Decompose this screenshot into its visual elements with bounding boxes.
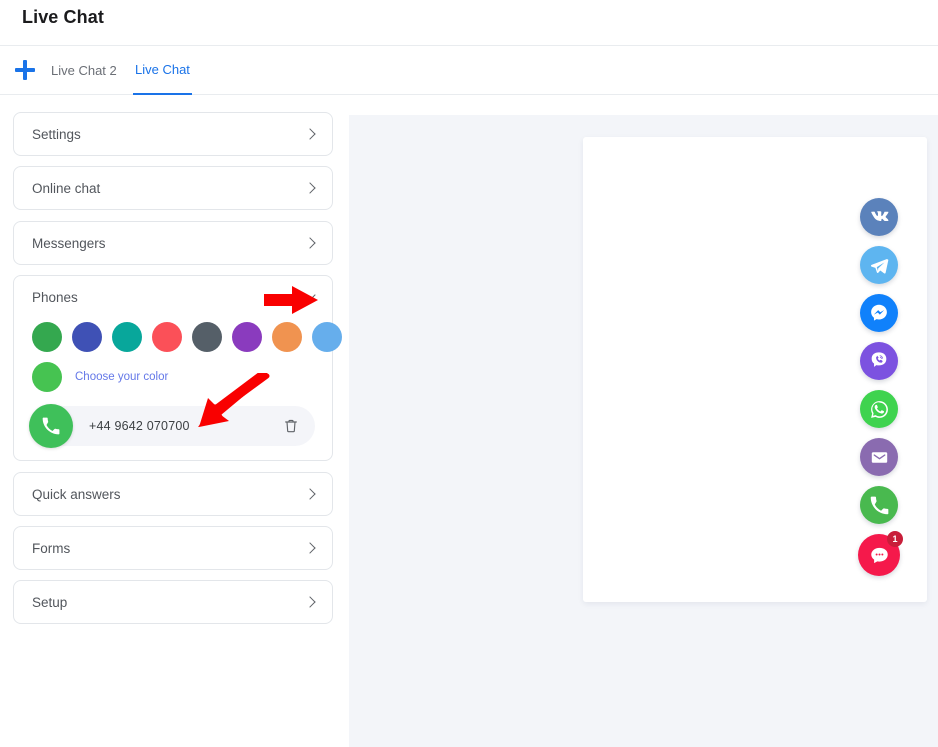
phone-icon[interactable] — [860, 486, 898, 524]
email-icon[interactable] — [860, 438, 898, 476]
panel-header-online-chat[interactable]: Online chat — [14, 167, 332, 209]
sidebar-item-quick-answers[interactable]: Quick answers — [13, 472, 333, 516]
page-root: Live Chat Live Chat 2 Live Chat Settings… — [0, 0, 938, 747]
chevron-right-icon — [304, 487, 318, 501]
selected-color-swatch[interactable] — [32, 362, 62, 392]
chevron-right-icon — [304, 236, 318, 250]
panel-header-messengers[interactable]: Messengers — [14, 222, 332, 264]
color-swatch-indigo[interactable] — [72, 322, 102, 352]
panel-header-forms[interactable]: Forms — [14, 527, 332, 569]
settings-sidebar: Settings Online chat Messengers Phones — [0, 95, 349, 747]
color-swatch-light-blue[interactable] — [312, 322, 342, 352]
choose-your-color-link[interactable]: Choose your color — [75, 371, 168, 383]
sidebar-item-forms[interactable]: Forms — [13, 526, 333, 570]
add-tab-icon[interactable] — [15, 60, 35, 80]
chevron-right-icon — [304, 595, 318, 609]
messenger-icon[interactable] — [860, 294, 898, 332]
panel-header-quick-answers[interactable]: Quick answers — [14, 473, 332, 515]
color-swatch-slate[interactable] — [192, 322, 222, 352]
color-swatch-teal[interactable] — [112, 322, 142, 352]
panel-label-forms: Forms — [32, 541, 304, 556]
panel-header-phones[interactable]: Phones — [14, 276, 332, 318]
chevron-right-icon — [304, 181, 318, 195]
sidebar-item-messengers[interactable]: Messengers — [13, 221, 333, 265]
panel-label-quick-answers: Quick answers — [32, 487, 304, 502]
panel-label-settings: Settings — [32, 127, 304, 142]
sidebar-item-settings[interactable]: Settings — [13, 112, 333, 156]
chevron-right-icon — [304, 127, 318, 141]
sidebar-item-phones[interactable]: Phones Choose your color — [13, 275, 333, 461]
chevron-down-icon[interactable] — [304, 290, 318, 304]
trash-icon[interactable] — [283, 417, 299, 435]
color-swatch-purple[interactable] — [232, 322, 262, 352]
color-swatch-orange[interactable] — [272, 322, 302, 352]
sidebar-item-setup[interactable]: Setup — [13, 580, 333, 624]
viber-icon[interactable] — [860, 342, 898, 380]
telegram-icon[interactable] — [860, 246, 898, 284]
tab-live-chat-2[interactable]: Live Chat 2 — [49, 46, 119, 95]
widget-channel-rail: 1 — [860, 198, 904, 586]
chevron-right-icon — [304, 541, 318, 555]
color-palette — [28, 318, 318, 352]
panel-label-online-chat: Online chat — [32, 181, 304, 196]
app-header: Live Chat — [0, 0, 938, 46]
phones-panel-body: Choose your color +44 9642 070700 — [14, 318, 332, 460]
color-swatch-green[interactable] — [32, 322, 62, 352]
panel-header-settings[interactable]: Settings — [14, 113, 332, 155]
whatsapp-icon[interactable] — [860, 390, 898, 428]
page-title: Live Chat — [22, 7, 104, 28]
widget-preview-area: 1 — [349, 115, 938, 747]
tab-bar: Live Chat 2 Live Chat — [0, 46, 938, 95]
sidebar-item-online-chat[interactable]: Online chat — [13, 166, 333, 210]
tab-live-chat[interactable]: Live Chat — [133, 46, 192, 95]
panel-label-phones: Phones — [32, 290, 304, 305]
chat-launcher-button[interactable]: 1 — [858, 534, 900, 576]
panel-label-messengers: Messengers — [32, 236, 304, 251]
panel-header-setup[interactable]: Setup — [14, 581, 332, 623]
choose-color-row: Choose your color — [28, 352, 318, 392]
phone-handset-icon — [29, 404, 73, 448]
color-swatch-red[interactable] — [152, 322, 182, 352]
unread-count-badge: 1 — [887, 531, 903, 547]
phone-number-text: +44 9642 070700 — [89, 419, 190, 433]
vk-icon[interactable] — [860, 198, 898, 236]
panel-label-setup: Setup — [32, 595, 304, 610]
phone-entry-row[interactable]: +44 9642 070700 — [31, 406, 315, 446]
